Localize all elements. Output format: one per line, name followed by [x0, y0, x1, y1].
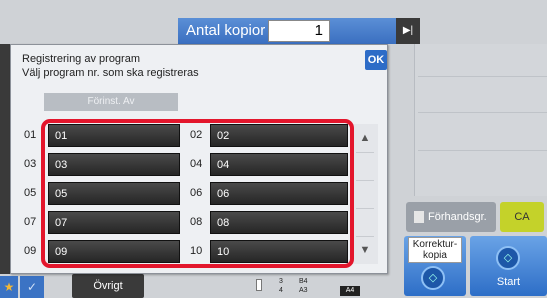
tray-size: B4 [299, 278, 308, 285]
scroll-down-icon[interactable]: ▼ [352, 236, 378, 264]
copier-screen: Antal kopior 1 ▶| Förhandsgr. CA Korrekt… [0, 0, 547, 298]
scroll-divider [356, 208, 374, 209]
program-button-08[interactable]: 08 [210, 211, 348, 234]
right-panel-divider [418, 112, 547, 113]
program-button-02[interactable]: 02 [210, 124, 348, 147]
program-button-07[interactable]: 07 [48, 211, 180, 234]
tray-size: A3 [299, 287, 308, 294]
program-button-03[interactable]: 03 [48, 153, 180, 176]
program-number: 05 [24, 187, 37, 199]
left-edge-strip [0, 44, 10, 274]
program-button-10[interactable]: 10 [210, 240, 348, 263]
program-button-06[interactable]: 06 [210, 182, 348, 205]
right-panel [414, 44, 547, 196]
checkmark-icon[interactable]: ✓ [20, 276, 44, 298]
program-button-04[interactable]: 04 [210, 153, 348, 176]
program-number: 01 [24, 129, 37, 141]
right-panel-divider [418, 76, 547, 77]
paper-tray-icon [256, 279, 262, 291]
dialog-subtitle: Välj program nr. som ska registreras [22, 67, 199, 79]
scroll-up-icon[interactable]: ▲ [352, 124, 378, 152]
program-number: 09 [24, 245, 37, 257]
program-number: 02 [190, 129, 203, 141]
selected-paper-size[interactable]: A4 [340, 286, 360, 296]
tray-number: 4 [279, 287, 283, 294]
program-number: 06 [190, 187, 203, 199]
program-number: 10 [190, 245, 203, 257]
start-label: Start [496, 276, 521, 288]
scroll-divider [356, 180, 374, 181]
copies-label: Antal kopior [186, 22, 266, 39]
ca-button[interactable]: CA [500, 202, 544, 232]
program-button-09[interactable]: 09 [48, 240, 180, 263]
document-icon [414, 211, 424, 223]
start-diamond-icon: ◇ [496, 246, 520, 270]
scroll-divider [356, 152, 374, 153]
other-button[interactable]: Övrigt [72, 274, 144, 298]
program-button-01[interactable]: 01 [48, 124, 180, 147]
proof-copy-label: Korrektur-kopia [408, 237, 462, 263]
start-diamond-icon: ◇ [421, 266, 445, 290]
program-number: 03 [24, 158, 37, 170]
copies-input[interactable]: 1 [268, 20, 330, 42]
tray-number: 3 [279, 278, 283, 285]
dialog-title: Registrering av program [22, 53, 140, 65]
ok-button[interactable]: OK [365, 50, 387, 70]
program-number: 08 [190, 216, 203, 228]
program-number: 04 [190, 158, 203, 170]
favorite-star-icon[interactable]: ★ [0, 276, 18, 298]
panel-toggle-icon[interactable]: ▶| [396, 18, 420, 44]
preset-off-button: Förinst. Av [44, 93, 178, 111]
preview-button[interactable]: Förhandsgr. [406, 202, 496, 232]
program-button-05[interactable]: 05 [48, 182, 180, 205]
preview-label: Förhandsgr. [428, 211, 487, 223]
right-panel-divider [418, 150, 547, 151]
program-number: 07 [24, 216, 37, 228]
